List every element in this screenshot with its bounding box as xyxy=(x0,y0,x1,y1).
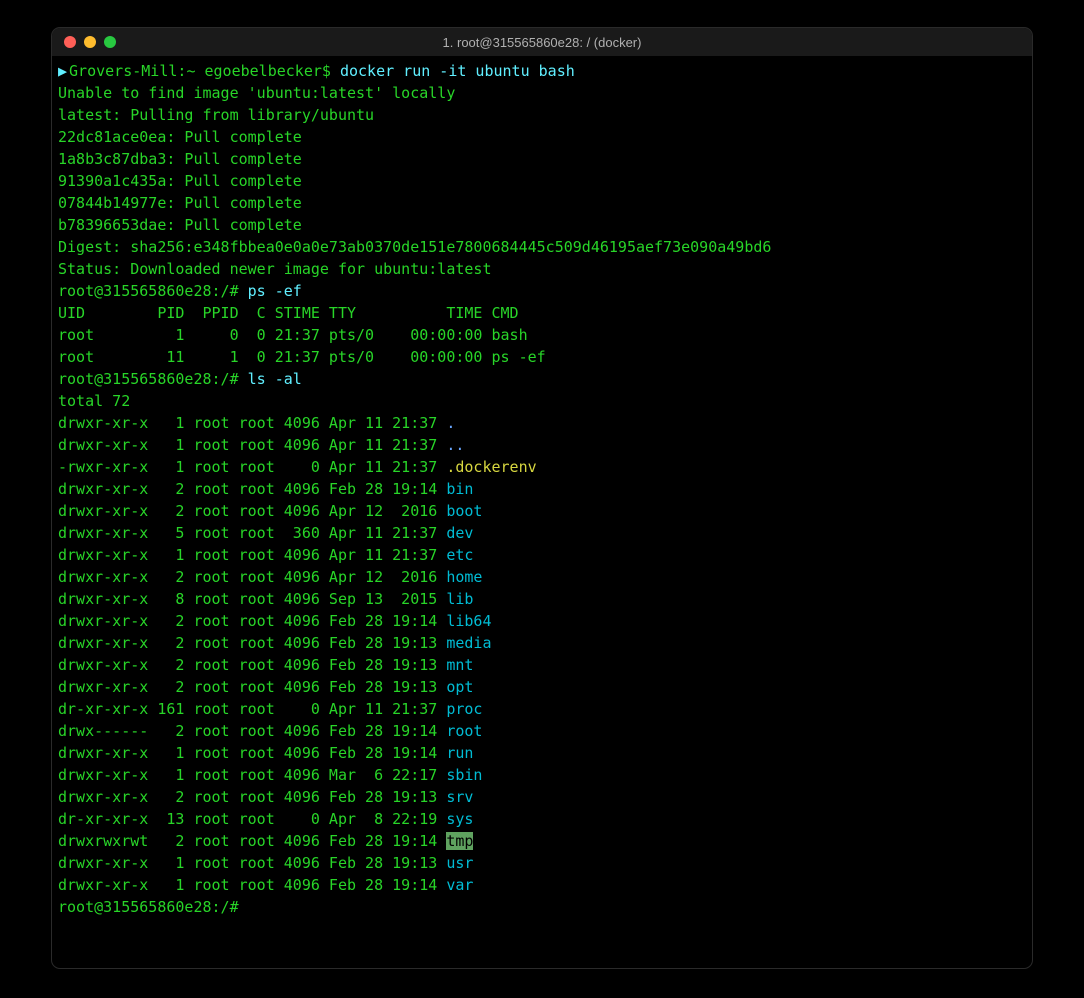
titlebar: 1. root@315565860e28: / (docker) xyxy=(52,28,1032,56)
ls-filename: .dockerenv xyxy=(446,458,536,476)
ls-row: drwxr-xr-x 8 root root 4096 Sep 13 2015 … xyxy=(58,588,1026,610)
ls-meta: drwxr-xr-x 2 root root 4096 Feb 28 19:13 xyxy=(58,634,446,652)
ls-meta: drwxr-xr-x 1 root root 4096 Feb 28 19:13 xyxy=(58,854,446,872)
ls-filename: var xyxy=(446,876,473,894)
ls-row: drwxrwxrwt 2 root root 4096 Feb 28 19:14… xyxy=(58,830,1026,852)
prompt-line: root@315565860e28:/# xyxy=(58,896,1026,918)
ls-filename: sbin xyxy=(446,766,482,784)
ls-row: drwxr-xr-x 1 root root 4096 Apr 11 21:37… xyxy=(58,544,1026,566)
ls-meta: drwxr-xr-x 2 root root 4096 Apr 12 2016 xyxy=(58,502,446,520)
ls-filename: home xyxy=(446,568,482,586)
ls-row: drwxr-xr-x 5 root root 360 Apr 11 21:37 … xyxy=(58,522,1026,544)
ls-row: drwxr-xr-x 2 root root 4096 Feb 28 19:14… xyxy=(58,610,1026,632)
ls-meta: -rwxr-xr-x 1 root root 0 Apr 11 21:37 xyxy=(58,458,446,476)
command-text: ls -al xyxy=(248,370,302,388)
output-line: Status: Downloaded newer image for ubunt… xyxy=(58,258,1026,280)
ls-row: drwxr-xr-x 2 root root 4096 Feb 28 19:14… xyxy=(58,478,1026,500)
ls-row: drwxr-xr-x 1 root root 4096 Feb 28 19:14… xyxy=(58,874,1026,896)
ls-row: drwxr-xr-x 1 root root 4096 Apr 11 21:37… xyxy=(58,412,1026,434)
output-line: 91390a1c435a: Pull complete xyxy=(58,170,1026,192)
ls-row: drwxr-xr-x 1 root root 4096 Feb 28 19:14… xyxy=(58,742,1026,764)
zoom-icon[interactable] xyxy=(104,36,116,48)
ls-row: drwxr-xr-x 2 root root 4096 Feb 28 19:13… xyxy=(58,676,1026,698)
ls-meta: drwxr-xr-x 2 root root 4096 Feb 28 19:14 xyxy=(58,612,446,630)
ls-filename: .. xyxy=(446,436,464,454)
minimize-icon[interactable] xyxy=(84,36,96,48)
ls-row: drwxr-xr-x 1 root root 4096 Apr 11 21:37… xyxy=(58,434,1026,456)
ls-meta: drwxr-xr-x 2 root root 4096 Apr 12 2016 xyxy=(58,568,446,586)
ls-row: drwxr-xr-x 2 root root 4096 Feb 28 19:13… xyxy=(58,632,1026,654)
ls-filename: srv xyxy=(446,788,473,806)
ls-filename: run xyxy=(446,744,473,762)
ls-row: drwxr-xr-x 1 root root 4096 Mar 6 22:17 … xyxy=(58,764,1026,786)
ls-filename: dev xyxy=(446,524,473,542)
ls-filename: bin xyxy=(446,480,473,498)
ls-row: drwx------ 2 root root 4096 Feb 28 19:14… xyxy=(58,720,1026,742)
output-line: latest: Pulling from library/ubuntu xyxy=(58,104,1026,126)
prompt-line: ▶Grovers-Mill:~ egoebelbecker$ docker ru… xyxy=(58,60,1026,82)
command-text: docker run -it ubuntu bash xyxy=(340,62,575,80)
output-line: b78396653dae: Pull complete xyxy=(58,214,1026,236)
ls-filename: root xyxy=(446,722,482,740)
command-text: ps -ef xyxy=(248,282,302,300)
ps-header: UID PID PPID C STIME TTY TIME CMD xyxy=(58,302,1026,324)
ls-filename: sys xyxy=(446,810,473,828)
ls-meta: dr-xr-xr-x 161 root root 0 Apr 11 21:37 xyxy=(58,700,446,718)
ls-meta: drwxr-xr-x 5 root root 360 Apr 11 21:37 xyxy=(58,524,446,542)
ls-filename: etc xyxy=(446,546,473,564)
ls-filename: lib64 xyxy=(446,612,491,630)
ls-filename: opt xyxy=(446,678,473,696)
ls-meta: drwxr-xr-x 1 root root 4096 Apr 11 21:37 xyxy=(58,436,446,454)
output-line: Digest: sha256:e348fbbea0e0a0e73ab0370de… xyxy=(58,236,1026,258)
ls-row: dr-xr-xr-x 13 root root 0 Apr 8 22:19 sy… xyxy=(58,808,1026,830)
ls-row: -rwxr-xr-x 1 root root 0 Apr 11 21:37 .d… xyxy=(58,456,1026,478)
ls-meta: drwxrwxrwt 2 root root 4096 Feb 28 19:14 xyxy=(58,832,446,850)
ls-filename: lib xyxy=(446,590,473,608)
ls-meta: drwxr-xr-x 1 root root 4096 Apr 11 21:37 xyxy=(58,546,446,564)
ls-row: drwxr-xr-x 2 root root 4096 Feb 28 19:13… xyxy=(58,654,1026,676)
window-title: 1. root@315565860e28: / (docker) xyxy=(52,35,1032,50)
ls-row: drwxr-xr-x 2 root root 4096 Feb 28 19:13… xyxy=(58,786,1026,808)
ls-filename: usr xyxy=(446,854,473,872)
ls-filename: mnt xyxy=(446,656,473,674)
ls-meta: dr-xr-xr-x 13 root root 0 Apr 8 22:19 xyxy=(58,810,446,828)
close-icon[interactable] xyxy=(64,36,76,48)
output-line: 1a8b3c87dba3: Pull complete xyxy=(58,148,1026,170)
prompt-host: Grovers-Mill xyxy=(69,62,177,80)
ps-row: root 11 1 0 21:37 pts/0 00:00:00 ps -ef xyxy=(58,346,1026,368)
ls-meta: drwxr-xr-x 2 root root 4096 Feb 28 19:13 xyxy=(58,678,446,696)
ls-row: drwxr-xr-x 1 root root 4096 Feb 28 19:13… xyxy=(58,852,1026,874)
terminal-window: 1. root@315565860e28: / (docker) ▶Grover… xyxy=(52,28,1032,968)
traffic-lights xyxy=(52,36,116,48)
ls-total: total 72 xyxy=(58,390,1026,412)
ls-meta: drwxr-xr-x 1 root root 4096 Apr 11 21:37 xyxy=(58,414,446,432)
ls-meta: drwx------ 2 root root 4096 Feb 28 19:14 xyxy=(58,722,446,740)
ls-row: dr-xr-xr-x 161 root root 0 Apr 11 21:37 … xyxy=(58,698,1026,720)
ls-row: drwxr-xr-x 2 root root 4096 Apr 12 2016 … xyxy=(58,566,1026,588)
ls-filename: boot xyxy=(446,502,482,520)
ps-row: root 1 0 0 21:37 pts/0 00:00:00 bash xyxy=(58,324,1026,346)
ls-meta: drwxr-xr-x 1 root root 4096 Feb 28 19:14 xyxy=(58,744,446,762)
output-line: Unable to find image 'ubuntu:latest' loc… xyxy=(58,82,1026,104)
ls-filename: media xyxy=(446,634,491,652)
ls-row: drwxr-xr-x 2 root root 4096 Apr 12 2016 … xyxy=(58,500,1026,522)
prompt-text: root@315565860e28:/# xyxy=(58,282,248,300)
prompt-line: root@315565860e28:/# ps -ef xyxy=(58,280,1026,302)
terminal-body[interactable]: ▶Grovers-Mill:~ egoebelbecker$ docker ru… xyxy=(52,56,1032,924)
ls-filename: proc xyxy=(446,700,482,718)
ls-meta: drwxr-xr-x 2 root root 4096 Feb 28 19:13 xyxy=(58,788,446,806)
ls-meta: drwxr-xr-x 2 root root 4096 Feb 28 19:14 xyxy=(58,480,446,498)
ls-meta: drwxr-xr-x 1 root root 4096 Feb 28 19:14 xyxy=(58,876,446,894)
ls-meta: drwxr-xr-x 1 root root 4096 Mar 6 22:17 xyxy=(58,766,446,784)
output-line: 07844b14977e: Pull complete xyxy=(58,192,1026,214)
prompt-caret-icon: ▶ xyxy=(58,60,67,82)
ls-meta: drwxr-xr-x 8 root root 4096 Sep 13 2015 xyxy=(58,590,446,608)
ls-meta: drwxr-xr-x 2 root root 4096 Feb 28 19:13 xyxy=(58,656,446,674)
ls-filename: tmp xyxy=(446,832,473,850)
prompt-text: root@315565860e28:/# xyxy=(58,370,248,388)
prompt-user: egoebelbecker xyxy=(205,62,322,80)
prompt-line: root@315565860e28:/# ls -al xyxy=(58,368,1026,390)
output-line: 22dc81ace0ea: Pull complete xyxy=(58,126,1026,148)
ls-filename: . xyxy=(446,414,455,432)
